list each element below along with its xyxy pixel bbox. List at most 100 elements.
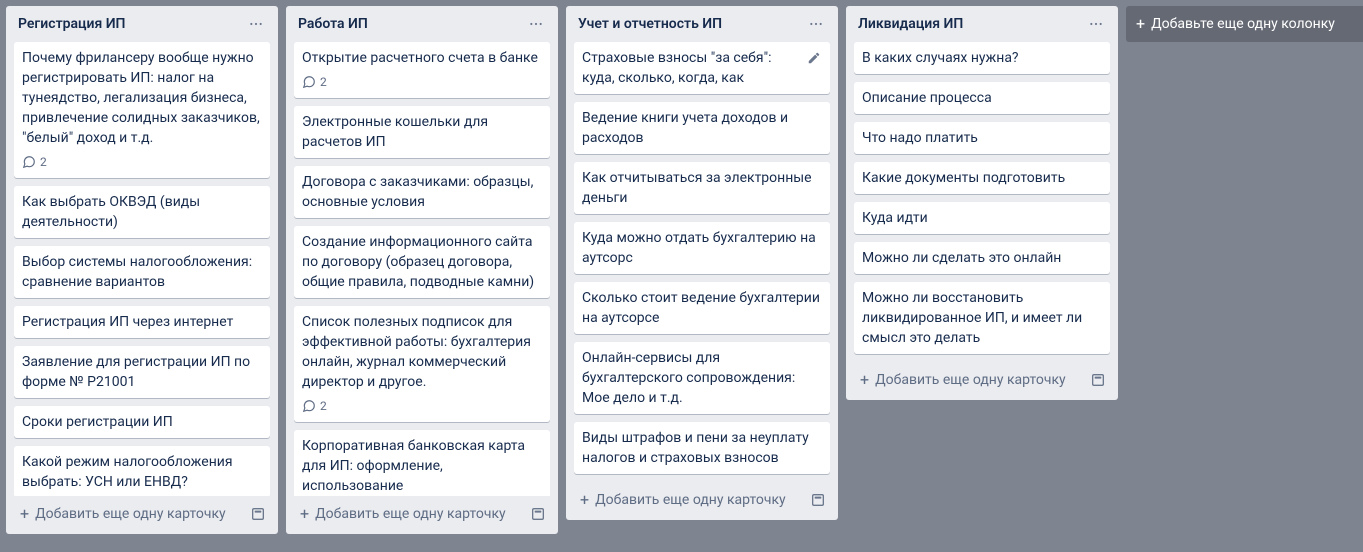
add-card-label: Добавить еще одну карточку (875, 372, 1066, 388)
create-from-template-button[interactable] (806, 488, 830, 512)
list: Регистрация ИП Почему фрилансеру вообще н… (6, 6, 278, 534)
list-title[interactable]: Учет и отчетность ИП (578, 16, 722, 32)
card[interactable]: Создание информационного сайта по догово… (294, 226, 550, 298)
card-text: Заявление для регистрации ИП по форме № … (22, 352, 262, 392)
card[interactable]: Страховые взносы "за себя": куда, скольк… (574, 42, 830, 94)
card[interactable]: Список полезных подписок для эффективной… (294, 306, 550, 422)
card[interactable]: Какие документы подготовить (854, 162, 1110, 194)
card-text: Можно ли сделать это онлайн (862, 248, 1102, 268)
plus-icon: + (860, 372, 869, 388)
list-menu-button[interactable] (1082, 12, 1110, 36)
card[interactable]: В каких случаях нужна? (854, 42, 1110, 74)
list-menu-button[interactable] (522, 12, 550, 36)
card[interactable]: Виды штрафов и пени за неуплату налогов … (574, 422, 830, 474)
card-badges: 2 (302, 396, 542, 416)
plus-icon: + (1136, 16, 1145, 32)
list-menu-button[interactable] (802, 12, 830, 36)
card-text: Почему фрилансеру вообще нужно регистрир… (22, 48, 262, 148)
add-card-button[interactable]: + Добавить еще одну карточку (294, 502, 522, 526)
list-title[interactable]: Работа ИП (298, 16, 368, 32)
list: Ликвидация ИП В каких случаях нужна? Описа… (846, 6, 1118, 400)
card[interactable]: Можно ли сделать это онлайн (854, 242, 1110, 274)
card[interactable]: Договора с заказчиками: образцы, основны… (294, 166, 550, 218)
comment-icon (22, 155, 36, 169)
plus-icon: + (20, 506, 29, 522)
list-footer: + Добавить еще одну карточку (846, 362, 1118, 400)
card-text: Можно ли восстановить ликвидированное ИП… (862, 288, 1102, 348)
list-footer: + Добавить еще одну карточку (6, 496, 278, 534)
card[interactable]: Заявление для регистрации ИП по форме № … (14, 346, 270, 398)
plus-icon: + (300, 506, 309, 522)
card[interactable]: Ведение книги учета доходов и расходов (574, 102, 830, 154)
comment-count: 2 (320, 72, 327, 92)
card-badges: 2 (22, 152, 262, 172)
card[interactable]: Регистрация ИП через интернет (14, 306, 270, 338)
comment-icon (302, 399, 316, 413)
card-text: Регистрация ИП через интернет (22, 312, 262, 332)
card[interactable]: Сроки регистрации ИП (14, 406, 270, 438)
list-menu-button[interactable] (242, 12, 270, 36)
card-text: Онлайн-сервисы для бухгалтерского сопров… (582, 348, 822, 408)
card[interactable]: Онлайн-сервисы для бухгалтерского сопров… (574, 342, 830, 414)
list-footer: + Добавить еще одну карточку (286, 496, 558, 534)
card[interactable]: Открытие расчетного счета в банке 2 (294, 42, 550, 98)
card[interactable]: Что надо платить (854, 122, 1110, 154)
add-card-label: Добавить еще одну карточку (595, 492, 786, 508)
card[interactable]: Какой режим налогообложения выбрать: УСН… (14, 446, 270, 496)
card[interactable]: Можно ли восстановить ликвидированное ИП… (854, 282, 1110, 354)
add-card-button[interactable]: + Добавить еще одну карточку (14, 502, 242, 526)
card-badges: 2 (302, 72, 542, 92)
card-text: Виды штрафов и пени за неуплату налогов … (582, 428, 822, 468)
card-text: Выбор системы налогообложения: сравнение… (22, 252, 262, 292)
card[interactable]: Как выбрать ОКВЭД (виды деятельности) (14, 186, 270, 238)
list-title[interactable]: Регистрация ИП (18, 16, 125, 32)
card-text: Как отчитываться за электронные деньги (582, 168, 822, 208)
list-cards: Почему фрилансеру вообще нужно регистрир… (6, 42, 278, 496)
add-list-button[interactable]: + Добавьте еще одну колонку (1126, 6, 1363, 42)
card-text: Создание информационного сайта по догово… (302, 232, 542, 292)
board: Регистрация ИП Почему фрилансеру вообще н… (0, 0, 1363, 552)
list-cards: Открытие расчетного счета в банке 2 Электр… (286, 42, 558, 496)
card-text: Как выбрать ОКВЭД (виды деятельности) (22, 192, 262, 232)
card-text: Какие документы подготовить (862, 168, 1102, 188)
card[interactable]: Куда можно отдать бухгалтерию на аутсорс (574, 222, 830, 274)
comment-icon (302, 75, 316, 89)
list: Работа ИП Открытие расчетного счета в бан… (286, 6, 558, 534)
list: Учет и отчетность ИП Страховые взносы "за… (566, 6, 838, 520)
list-title[interactable]: Ликвидация ИП (858, 16, 963, 32)
card[interactable]: Как отчитываться за электронные деньги (574, 162, 830, 214)
list-header: Регистрация ИП (6, 6, 278, 42)
card-text: Открытие расчетного счета в банке (302, 48, 542, 68)
list-footer: +Добавить еще одну карточку (566, 482, 838, 520)
pencil-icon[interactable] (802, 46, 826, 70)
list-header: Ликвидация ИП (846, 6, 1118, 42)
create-from-template-button[interactable] (1086, 368, 1110, 392)
card-text: Список полезных подписок для эффективной… (302, 312, 542, 392)
list-header: Работа ИП (286, 6, 558, 42)
add-card-button[interactable]: + Добавить еще одну карточку (854, 368, 1082, 392)
card[interactable]: Описание процесса (854, 82, 1110, 114)
card-text: Описание процесса (862, 88, 1102, 108)
card[interactable]: Электронные кошельки для расчетов ИП (294, 106, 550, 158)
add-card-button[interactable]: +Добавить еще одну карточку (574, 488, 802, 512)
card-text: Корпоративная банковская карта для ИП: о… (302, 436, 542, 496)
list-cards: В каких случаях нужна? Описание процесса Ч… (846, 42, 1118, 362)
card-text: Сколько стоит ведение бухгалтерии на аут… (582, 288, 822, 328)
card[interactable]: Сколько стоит ведение бухгалтерии на аут… (574, 282, 830, 334)
card[interactable]: Куда идти (854, 202, 1110, 234)
list-cards: Страховые взносы "за себя": куда, скольк… (566, 42, 838, 482)
card-text: Куда идти (862, 208, 1102, 228)
add-list-label: Добавьте еще одну колонку (1151, 16, 1335, 32)
card[interactable]: Выбор системы налогообложения: сравнение… (14, 246, 270, 298)
card[interactable]: Корпоративная банковская карта для ИП: о… (294, 430, 550, 496)
add-card-label: Добавить еще одну карточку (315, 506, 506, 522)
add-card-label: Добавить еще одну карточку (35, 506, 226, 522)
comment-count: 2 (40, 152, 47, 172)
card-text: Ведение книги учета доходов и расходов (582, 108, 822, 148)
card-text: Куда можно отдать бухгалтерию на аутсорс (582, 228, 822, 268)
card[interactable]: Почему фрилансеру вообще нужно регистрир… (14, 42, 270, 178)
create-from-template-button[interactable] (526, 502, 550, 526)
comment-count: 2 (320, 396, 327, 416)
create-from-template-button[interactable] (246, 502, 270, 526)
list-header: Учет и отчетность ИП (566, 6, 838, 42)
